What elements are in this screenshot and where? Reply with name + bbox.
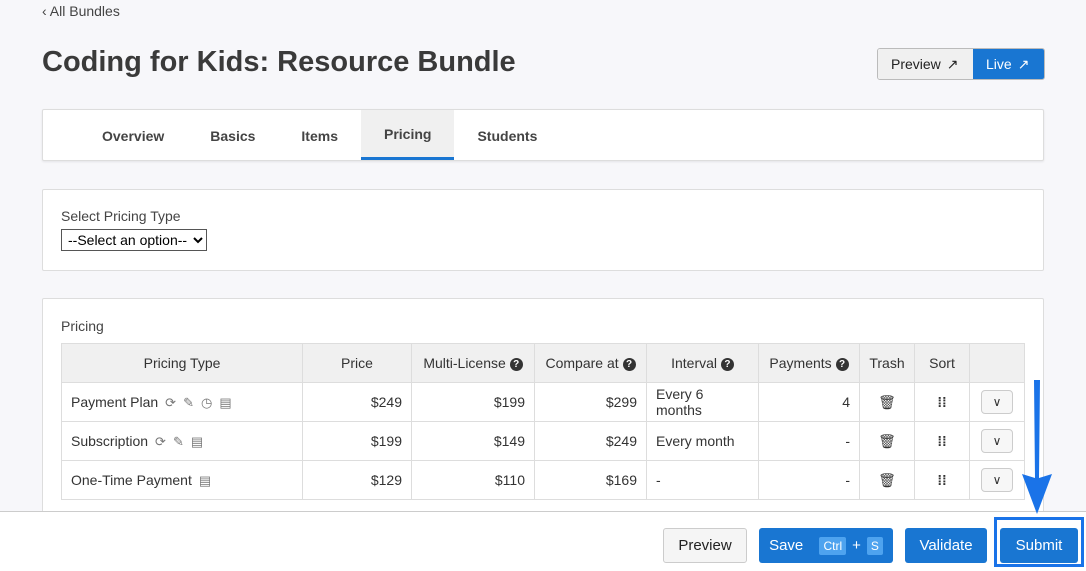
drag-handle-icon[interactable]: ⁞⁞ [914,421,970,461]
footer-bar: Preview Save Ctrl + S Validate Submit [0,511,1086,571]
tab-overview[interactable]: Overview [79,110,187,160]
type-label: Subscription [71,432,149,449]
preview-external-button[interactable]: Preview ↗ [878,49,973,79]
invoice-icon[interactable]: ▤ [219,395,231,410]
col-label: Compare at [545,355,619,371]
drag-handle-icon[interactable]: ⁞⁞ [914,382,970,422]
pencil-icon[interactable]: ✎ [173,434,184,449]
col-label: Multi-License [423,355,506,371]
external-link-icon: ↗ [1017,55,1030,72]
kbd-plus: + [852,537,861,554]
back-link[interactable]: ‹ All Bundles [42,3,120,19]
type-label: One-Time Payment [71,471,192,488]
invoice-icon[interactable]: ▤ [199,473,211,488]
col-trash: Trash [859,343,915,383]
down-arrow-icon [1022,380,1052,514]
invoice-icon[interactable]: ▤ [191,434,203,449]
back-link-label: All Bundles [49,3,120,19]
cell-compare-at: $169 [534,460,647,500]
cell-compare-at: $299 [534,382,647,422]
cell-price: $199 [302,421,412,461]
save-button[interactable]: Save Ctrl + S [759,528,893,563]
help-icon[interactable]: ? [835,358,849,371]
row-expand: ∨ [969,460,1025,500]
table-header: Pricing Type Price Multi-License ? Compa… [61,343,1025,383]
help-icon[interactable]: ? [720,358,734,371]
tab-pricing[interactable]: Pricing [361,110,455,160]
table-row: One-Time Payment ▤ $129 $110 $169 - - 🗑 ⁞… [61,460,1025,500]
validate-button[interactable]: Validate [905,528,987,563]
cell-multi-license: $110 [411,460,535,500]
col-multi-license: Multi-License ? [411,343,535,383]
submit-highlight-box [994,517,1084,567]
col-payments: Payments ? [758,343,860,383]
cell-payments: - [758,421,860,461]
select-pricing-label: Select Pricing Type [61,208,181,224]
table-row: Payment Plan ⟳ ✎ ◷ ▤ $249 $199 $299 Every 6 … [61,382,1025,422]
trash-icon[interactable]: 🗑 [859,421,915,461]
col-label: Interval [671,355,718,371]
save-label: Save [769,537,804,554]
live-external-button[interactable]: Live ↗ [973,49,1044,79]
external-link-icon: ↗ [946,55,959,72]
chevron-down-button[interactable]: ∨ [981,468,1013,492]
preview-label: Preview [891,56,941,72]
col-sort: Sort [914,343,970,383]
col-actions [969,343,1025,383]
help-icon[interactable]: ? [509,358,523,371]
cell-interval: Every month [646,421,759,461]
type-label: Payment Plan [71,393,159,410]
cell-payments: - [758,460,860,500]
trash-icon[interactable]: 🗑 [859,460,915,500]
tab-students[interactable]: Students [454,110,560,160]
sync-icon[interactable]: ⟳ [155,434,166,449]
pricing-type-select[interactable]: --Select an option-- [61,229,207,251]
trash-icon[interactable]: 🗑 [859,382,915,422]
tab-basics[interactable]: Basics [187,110,278,160]
clock-icon[interactable]: ◷ [201,395,212,410]
sync-icon[interactable]: ⟳ [165,395,176,410]
col-interval: Interval ? [646,343,759,383]
cell-price: $129 [302,460,412,500]
row-expand: ∨ [969,421,1025,461]
row-expand: ∨ [969,382,1025,422]
help-icon[interactable]: ? [622,358,636,371]
select-pricing-card: Select Pricing Type --Select an option-- [42,189,1044,271]
col-pricing-type: Pricing Type [61,343,303,383]
cell-price: $249 [302,382,412,422]
col-price: Price [302,343,412,383]
pricing-table: Pricing Type Price Multi-License ? Compa… [61,343,1025,500]
cell-interval: - [646,460,759,500]
page-title: Coding for Kids: Resource Bundle [42,46,516,78]
cell-multi-license: $149 [411,421,535,461]
col-compare-at: Compare at ? [534,343,647,383]
pencil-icon[interactable]: ✎ [183,395,194,410]
pricing-label: Pricing [61,318,104,334]
live-label: Live [986,56,1012,72]
cell-compare-at: $249 [534,421,647,461]
chevron-down-button[interactable]: ∨ [981,429,1013,453]
col-label: Payments [769,355,832,371]
preview-button[interactable]: Preview [663,528,747,563]
tab-items[interactable]: Items [278,110,361,160]
kbd-s: S [866,536,883,555]
table-row: Subscription ⟳ ✎ ▤ $199 $149 $249 Every mon… [61,421,1025,461]
kbd-ctrl: Ctrl [819,536,847,555]
drag-handle-icon[interactable]: ⁞⁞ [914,460,970,500]
cell-type: Subscription ⟳ ✎ ▤ [61,421,303,461]
view-buttons: Preview ↗ Live ↗ [877,48,1045,80]
cell-interval: Every 6 months [646,382,759,422]
cell-payments: 4 [758,382,860,422]
tab-bar: Overview Basics Items Pricing Students [42,109,1044,161]
cell-multi-license: $199 [411,382,535,422]
cell-type: One-Time Payment ▤ [61,460,303,500]
cell-type: Payment Plan ⟳ ✎ ◷ ▤ [61,382,303,422]
chevron-down-button[interactable]: ∨ [981,390,1013,414]
